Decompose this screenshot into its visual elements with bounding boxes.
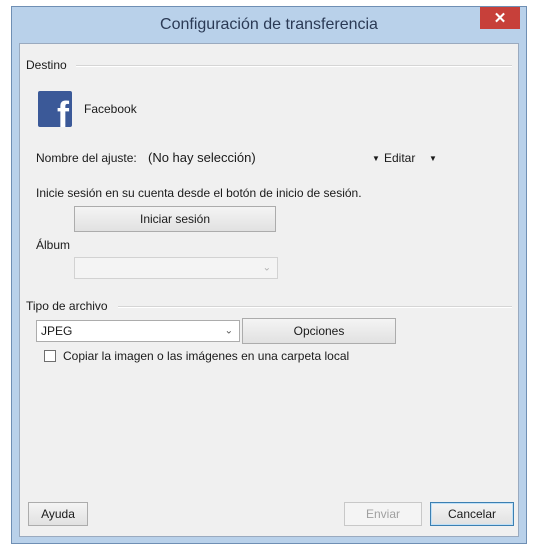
setting-name-dropdown[interactable]: (No hay selección): [148, 150, 256, 165]
edit-menu-button[interactable]: Editar: [384, 151, 415, 165]
options-button[interactable]: Opciones: [242, 318, 396, 344]
file-type-select-value: JPEG: [41, 324, 73, 338]
cancel-button[interactable]: Cancelar: [430, 502, 514, 526]
facebook-icon: f: [38, 91, 72, 127]
login-hint: Inicie sesión en su cuenta desde el botó…: [36, 186, 362, 200]
chevron-down-icon: ⌄: [224, 325, 233, 337]
dialog-title: Configuración de transferencia: [160, 16, 378, 33]
copy-local-label[interactable]: Copiar la imagen o las imágenes en una c…: [63, 349, 349, 363]
close-button[interactable]: ✕: [480, 7, 520, 29]
album-select[interactable]: ⌄: [74, 257, 278, 279]
file-type-section-label: Tipo de archivo: [26, 299, 108, 313]
file-type-divider: [118, 306, 512, 308]
chevron-down-icon: ⌄: [262, 262, 271, 274]
edit-menu-arrow-icon[interactable]: ▼: [429, 154, 437, 163]
close-icon: ✕: [493, 10, 507, 27]
dialog-window: Configuración de transferencia ✕ Destino…: [11, 6, 527, 544]
file-type-select[interactable]: JPEG ⌄: [36, 320, 240, 342]
destino-section-label: Destino: [26, 58, 67, 72]
login-button[interactable]: Iniciar sesión: [74, 206, 276, 232]
copy-local-checkbox[interactable]: [44, 350, 56, 362]
service-name: Facebook: [84, 102, 137, 116]
send-button[interactable]: Enviar: [344, 502, 422, 526]
destino-divider: [76, 65, 512, 67]
setting-name-label: Nombre del ajuste:: [36, 151, 137, 165]
help-button[interactable]: Ayuda: [28, 502, 88, 526]
dialog-body: Destino f Facebook Nombre del ajuste: (N…: [19, 43, 519, 537]
album-label: Álbum: [36, 238, 71, 252]
setting-dropdown-arrow-icon[interactable]: ▼: [372, 154, 380, 163]
title-bar[interactable]: Configuración de transferencia ✕: [12, 7, 526, 43]
